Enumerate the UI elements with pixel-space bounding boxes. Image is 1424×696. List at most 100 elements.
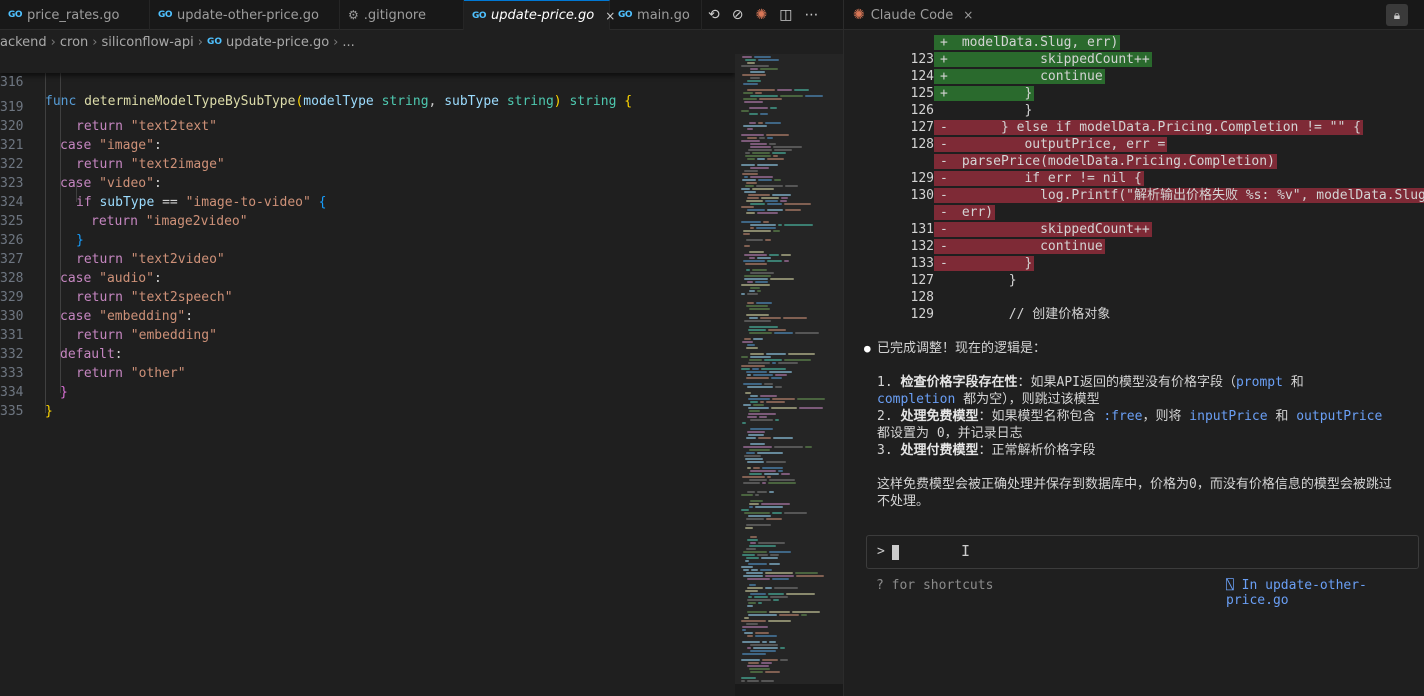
minimap-stroke bbox=[750, 224, 776, 226]
minimap-stroke bbox=[743, 404, 751, 406]
minimap-stroke bbox=[760, 113, 768, 115]
close-icon[interactable]: × bbox=[963, 8, 973, 22]
minimap-stroke bbox=[784, 260, 789, 262]
prompt-input[interactable]: > I bbox=[866, 535, 1419, 569]
minimap-stroke bbox=[749, 668, 770, 670]
tab-update-price[interactable]: GO update-price.go × bbox=[464, 0, 615, 30]
tab-label: price_rates.go bbox=[27, 7, 120, 23]
breadcrumb-item[interactable]: siliconflow-api bbox=[101, 35, 193, 50]
minimap-stroke bbox=[742, 641, 760, 643]
minimap-stroke bbox=[746, 377, 769, 379]
context-file-link[interactable]: ⍂ In update-other-price.go bbox=[1226, 578, 1424, 608]
minimap-stroke bbox=[760, 395, 777, 397]
minimap-stroke bbox=[750, 428, 773, 430]
diff-line-text: - } else if modelData.Pricing.Completion… bbox=[934, 120, 1363, 135]
code-line: 332 return "other" bbox=[0, 347, 186, 381]
minimap-stroke bbox=[750, 176, 773, 178]
tab-gitignore[interactable]: ⚙ .gitignore bbox=[340, 0, 464, 30]
minimap-stroke bbox=[747, 578, 770, 580]
minimap-stroke bbox=[745, 560, 749, 562]
minimap-stroke bbox=[747, 137, 757, 139]
minimap-stroke bbox=[745, 155, 771, 157]
minimap-stroke bbox=[747, 647, 751, 649]
minimap-stroke bbox=[760, 569, 772, 571]
minimap-stroke bbox=[771, 377, 782, 379]
sticky-scroll-header[interactable]: 316 func determineModelTypeBySubType(mod… bbox=[0, 54, 735, 109]
tab-claude-code[interactable]: ✺ Claude Code × bbox=[844, 0, 982, 30]
minimap-stroke bbox=[755, 92, 762, 94]
breadcrumb-item[interactable]: ackend bbox=[0, 35, 47, 50]
minimap-stroke bbox=[805, 446, 812, 448]
diff-line-number: 129 bbox=[910, 171, 934, 186]
code-line: 329 case "embedding": bbox=[0, 290, 194, 324]
minimap-stroke bbox=[749, 503, 759, 505]
assistant-message: ● 已完成调整！现在的逻辑是： 1. 检查价格字段存在性：如果API返回的模型没… bbox=[864, 340, 1404, 510]
minimap-stroke bbox=[772, 194, 791, 196]
split-editor-icon[interactable]: ◫ bbox=[779, 7, 792, 23]
breadcrumb-item[interactable]: cron bbox=[60, 35, 88, 50]
minimap-stroke bbox=[747, 635, 753, 637]
minimap-stroke bbox=[772, 512, 782, 514]
diff-line-number: 129 bbox=[910, 307, 934, 322]
minimap-stroke bbox=[780, 659, 788, 661]
minimap-stroke bbox=[795, 572, 818, 574]
minimap-stroke bbox=[750, 95, 778, 97]
minimap-stroke bbox=[774, 332, 793, 334]
minimap-stroke bbox=[747, 491, 755, 493]
minimap-stroke bbox=[768, 620, 791, 622]
minimap-stroke bbox=[784, 224, 813, 226]
message-summary: 这样免费模型会被正确处理并保存到数据库中，价格为0，而没有价格信息的模型会被跳过… bbox=[877, 477, 1392, 509]
minimap-stroke bbox=[749, 545, 776, 547]
minimap-stroke bbox=[750, 287, 760, 289]
minimap-stroke bbox=[750, 644, 778, 646]
minimap-stroke bbox=[778, 470, 783, 472]
minimap-stroke bbox=[743, 83, 758, 85]
minimap-stroke bbox=[746, 305, 768, 307]
type: string bbox=[569, 94, 617, 109]
minimap-stroke bbox=[749, 410, 760, 412]
eye-off-icon[interactable]: ⊘ bbox=[732, 7, 744, 23]
editor-actions: ⟲ ⊘ ✺ ◫ ⋯ bbox=[708, 0, 818, 30]
code-line: 334 } bbox=[0, 385, 53, 419]
minimap[interactable] bbox=[735, 54, 843, 696]
claude-sparkle-icon[interactable]: ✺ bbox=[755, 7, 767, 23]
lock-icon[interactable]: 🔒︎ bbox=[1386, 4, 1408, 26]
minimap-stroke bbox=[748, 329, 766, 331]
diff-line-text: - skippedCount++ bbox=[934, 222, 1152, 237]
code-line: 322 case "video": bbox=[0, 157, 162, 191]
minimap-stroke bbox=[762, 482, 766, 484]
tab-update-other-price[interactable]: GO update-other-price.go bbox=[150, 0, 340, 30]
breadcrumb-item[interactable]: update-price.go bbox=[226, 35, 329, 50]
tab-main[interactable]: GO main.go bbox=[610, 0, 702, 30]
minimap-stroke bbox=[780, 95, 803, 97]
tab-price-rates[interactable]: GO price_rates.go bbox=[0, 0, 150, 30]
minimap-stroke bbox=[741, 368, 750, 370]
minimap-stroke bbox=[781, 197, 788, 199]
code-editor[interactable]: 316 func determineModelTypeBySubType(mod… bbox=[0, 54, 735, 696]
diff-line-number: 127 bbox=[910, 273, 934, 288]
minimap-stroke bbox=[767, 137, 773, 139]
more-icon[interactable]: ⋯ bbox=[804, 7, 818, 23]
minimap-stroke bbox=[745, 59, 756, 61]
minimap-stroke bbox=[777, 89, 792, 91]
minimap-stroke bbox=[746, 557, 759, 559]
breadcrumb-item[interactable]: ... bbox=[342, 35, 354, 50]
minimap-stroke bbox=[770, 107, 777, 109]
minimap-stroke bbox=[750, 272, 774, 274]
minimap-stroke bbox=[744, 245, 750, 247]
minimap-stroke bbox=[747, 539, 758, 541]
minimap-stroke bbox=[749, 479, 767, 481]
diff-line-text: - parsePrice(modelData.Pricing.Completio… bbox=[934, 154, 1277, 169]
minimap-stroke bbox=[752, 368, 759, 370]
gear-icon: ⚙ bbox=[348, 8, 359, 22]
minimap-stroke bbox=[746, 182, 757, 184]
list-item: 3. 处理付费模型：正常解析价格字段 bbox=[877, 443, 1096, 458]
history-icon[interactable]: ⟲ bbox=[708, 7, 720, 23]
code-line: 325 } bbox=[0, 214, 84, 248]
list-item: 2. 处理免费模型：如果模型名称包含 :free，则将 inputPrice 和… bbox=[877, 409, 1383, 441]
minimap-stroke bbox=[741, 677, 756, 679]
minimap-stroke bbox=[756, 227, 776, 229]
minimap-stroke bbox=[757, 290, 761, 292]
minimap-stroke bbox=[742, 173, 758, 175]
diff-line-text: // 创建价格对象 bbox=[954, 307, 1111, 322]
